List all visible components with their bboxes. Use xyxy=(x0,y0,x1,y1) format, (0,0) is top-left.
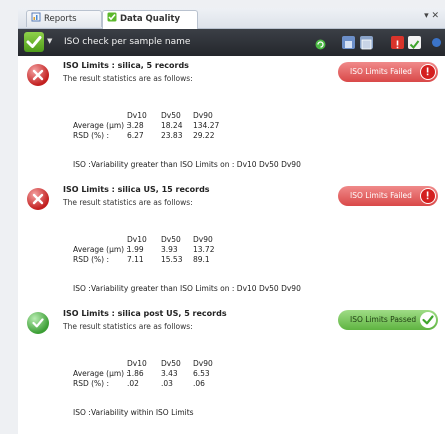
alert-icon xyxy=(420,64,436,80)
row-label: Average (µm) : xyxy=(73,121,130,130)
reports-icon xyxy=(31,12,41,22)
row-label: RSD (%) : xyxy=(73,255,110,264)
iso-note-text: Variability greater than ISO Limits on :… xyxy=(91,160,301,169)
column-header: Dv90 xyxy=(193,359,213,368)
column-header: Dv50 xyxy=(161,235,181,244)
tab-data-quality-label: Data Quality xyxy=(120,14,180,24)
stat-value: .03 xyxy=(161,379,173,388)
fail-icon xyxy=(27,64,49,86)
iso-note-prefix: ISO : xyxy=(73,160,91,169)
stat-value: 15.53 xyxy=(161,255,183,264)
entry-title: ISO Limits : silica post US, 5 records xyxy=(63,309,227,318)
pass-icon xyxy=(27,312,49,334)
stat-value: 1.86 xyxy=(127,369,144,378)
data-quality-icon xyxy=(107,12,117,22)
stat-value: 6.27 xyxy=(127,131,144,140)
iso-note-text: Variability greater than ISO Limits on :… xyxy=(91,284,301,293)
iso-note-prefix: ISO : xyxy=(73,284,91,293)
stat-value: 89.1 xyxy=(193,255,210,264)
entry-subtitle: The result statistics are as follows: xyxy=(63,198,193,207)
toolbar: ▼ ISO check per sample name xyxy=(18,29,445,56)
list-view-icon[interactable] xyxy=(360,36,373,50)
row-label: Average (µm) : xyxy=(73,245,130,254)
entry-title: ISO Limits : silica US, 15 records xyxy=(63,185,210,194)
tab-data-quality[interactable]: Data Quality xyxy=(102,10,198,29)
stat-value: 3.43 xyxy=(161,369,178,378)
row-label: RSD (%) : xyxy=(73,131,110,140)
column-header: Dv50 xyxy=(161,359,181,368)
stat-value: 3.93 xyxy=(161,245,178,254)
stat-value: 6.53 xyxy=(193,369,210,378)
stat-value: 23.83 xyxy=(161,131,183,140)
result-entry: ISO Limits : silica, 5 records The resul… xyxy=(18,56,445,180)
data-quality-panel: Reports Data Quality ▾ ✕ ▼ ISO check per… xyxy=(18,8,445,434)
tab-window-controls[interactable]: ▾ ✕ xyxy=(424,11,439,21)
stat-value: 134.27 xyxy=(193,121,220,130)
stat-value: .06 xyxy=(193,379,205,388)
fail-icon xyxy=(27,188,49,210)
stat-value: .02 xyxy=(127,379,139,388)
stat-value: 29.22 xyxy=(193,131,215,140)
column-header: Dv10 xyxy=(127,359,147,368)
result-entry: ISO Limits : silica US, 15 records The r… xyxy=(18,180,445,304)
quality-check-icon[interactable] xyxy=(24,32,44,52)
help-icon[interactable] xyxy=(432,38,441,47)
dropdown-caret-icon[interactable]: ▼ xyxy=(47,37,52,45)
refresh-icon[interactable] xyxy=(314,36,327,50)
stat-value: 13.72 xyxy=(193,245,215,254)
stat-value: 3.28 xyxy=(127,121,144,130)
grid-view-icon[interactable] xyxy=(342,36,355,49)
stat-value: 1.99 xyxy=(127,245,144,254)
results-list: ISO Limits : silica, 5 records The resul… xyxy=(18,56,445,434)
column-header: Dv90 xyxy=(193,111,213,120)
entry-subtitle: The result statistics are as follows: xyxy=(63,74,193,83)
row-label: Average (µm) : xyxy=(73,369,130,378)
toolbar-title: ISO check per sample name xyxy=(64,37,191,47)
check-icon xyxy=(420,312,436,328)
stat-value: 18.24 xyxy=(161,121,183,130)
show-passed-icon[interactable] xyxy=(408,36,421,50)
column-header: Dv90 xyxy=(193,235,213,244)
row-label: RSD (%) : xyxy=(73,379,110,388)
column-header: Dv10 xyxy=(127,235,147,244)
status-badge-label: ISO Limits Passed xyxy=(350,315,417,324)
entry-subtitle: The result statistics are as follows: xyxy=(63,322,193,331)
status-badge: ISO Limits Failed xyxy=(338,62,438,82)
status-badge-label: ISO Limits Failed xyxy=(350,191,412,200)
status-badge-label: ISO Limits Failed xyxy=(350,67,412,76)
column-header: Dv10 xyxy=(127,111,147,120)
tab-reports-label: Reports xyxy=(44,14,77,24)
tab-strip: Reports Data Quality ▾ ✕ xyxy=(18,8,445,29)
column-header: Dv50 xyxy=(161,111,181,120)
show-failed-icon[interactable] xyxy=(391,36,404,49)
iso-note-text: Variability within ISO Limits xyxy=(91,408,194,417)
stat-value: 7.11 xyxy=(127,255,144,264)
result-entry: ISO Limits : silica post US, 5 records T… xyxy=(18,304,445,428)
entry-title: ISO Limits : silica, 5 records xyxy=(63,61,189,70)
iso-note-prefix: ISO : xyxy=(73,408,91,417)
status-badge: ISO Limits Failed xyxy=(338,186,438,206)
tab-reports[interactable]: Reports xyxy=(26,10,102,27)
status-badge: ISO Limits Passed xyxy=(338,310,438,330)
alert-icon xyxy=(420,188,436,204)
